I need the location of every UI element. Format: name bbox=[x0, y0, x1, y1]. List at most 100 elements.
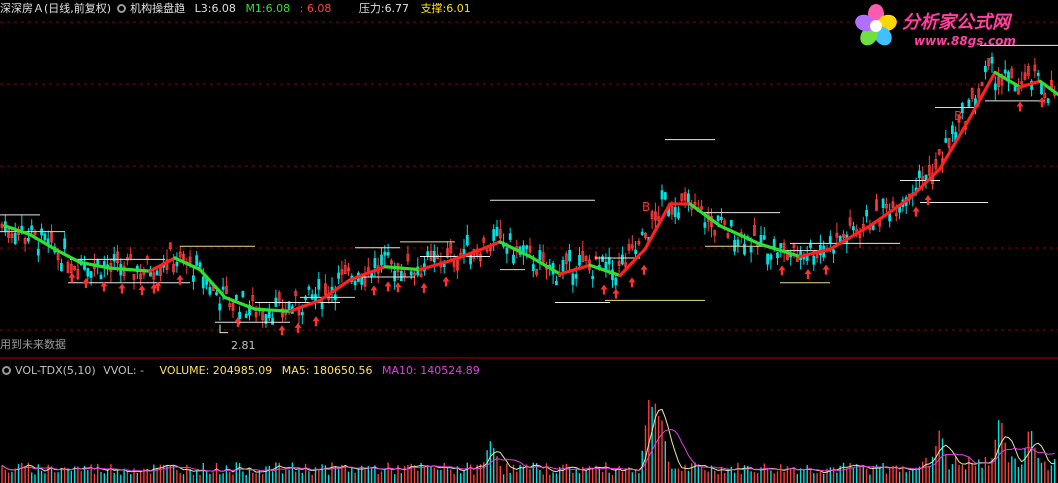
candle-body bbox=[99, 274, 103, 280]
buy-arrow-icon bbox=[312, 316, 320, 327]
candle-body bbox=[492, 229, 496, 241]
buy-arrow-icon bbox=[420, 282, 428, 293]
candle-body bbox=[749, 246, 753, 253]
pressure-value: 6.77 bbox=[384, 2, 410, 15]
buy-arrow-icon bbox=[68, 272, 76, 283]
candle-body bbox=[221, 286, 225, 290]
candle-body bbox=[918, 170, 921, 178]
chart-canvas: BB bbox=[0, 21, 1058, 483]
price-header: 深深房Ａ(日线,前复权) 机构操盘趋 L3:6.08 M1:6.08 : 6.08… bbox=[0, 0, 471, 15]
candle-body bbox=[736, 239, 740, 247]
m1-extra-value: 6.08 bbox=[306, 2, 332, 15]
candle-body bbox=[234, 295, 238, 301]
candle-body bbox=[640, 231, 644, 235]
buy-arrow-icon bbox=[82, 277, 90, 288]
volume-header: VOL-TDX(5,10) VVOL: - VOLUME: 204985.09 … bbox=[0, 364, 480, 377]
buy-arrow-icon bbox=[118, 283, 126, 294]
candle-body bbox=[720, 216, 723, 221]
buy-arrow-icon bbox=[384, 281, 392, 292]
logo-name: 分析家公式网 bbox=[902, 12, 1010, 33]
candle-body bbox=[201, 276, 205, 289]
trend-segment bbox=[718, 224, 732, 232]
trend-line bbox=[3, 70, 1058, 313]
candle-body bbox=[508, 233, 512, 240]
support-value: 6.01 bbox=[446, 2, 471, 15]
candle-body bbox=[96, 259, 100, 266]
gear-icon[interactable] bbox=[117, 4, 127, 13]
candle-body bbox=[984, 65, 987, 73]
candle-body bbox=[743, 243, 746, 255]
candle-body bbox=[944, 138, 948, 143]
ma5-value: 180650.56 bbox=[313, 364, 373, 377]
candle-body bbox=[218, 303, 222, 311]
buy-arrow-icon bbox=[778, 265, 786, 276]
candle-body bbox=[198, 262, 202, 268]
gear-icon[interactable] bbox=[2, 366, 11, 375]
candle-body bbox=[687, 193, 690, 204]
buy-arrow-icon bbox=[1016, 101, 1024, 112]
volume-ma-lines bbox=[1, 408, 1055, 474]
candle-body bbox=[30, 225, 34, 231]
candle-body bbox=[505, 247, 509, 254]
candle-body bbox=[393, 270, 397, 282]
candle-body bbox=[574, 274, 578, 279]
candle-body bbox=[238, 311, 242, 320]
candle-body bbox=[241, 291, 245, 298]
vol-indicator[interactable]: VOL-TDX(5,10) bbox=[15, 364, 96, 377]
candle-body bbox=[43, 233, 47, 241]
candle-body bbox=[660, 190, 664, 200]
candle-body bbox=[733, 239, 736, 252]
candle-body bbox=[1040, 82, 1043, 95]
candle-body bbox=[766, 253, 769, 265]
buy-arrow-icon bbox=[394, 282, 402, 293]
l3-value: 6.08 bbox=[211, 2, 236, 15]
candle-body bbox=[673, 207, 677, 217]
candle-body bbox=[538, 250, 542, 261]
candle-body bbox=[990, 56, 994, 64]
site-logo: 分析家公式网 www.88gs.com bbox=[852, 2, 1052, 54]
pressure-label: 压力: bbox=[358, 2, 385, 15]
candle-body bbox=[267, 311, 271, 319]
trend-segment bbox=[987, 70, 997, 86]
m1-extra: : 6.08 bbox=[299, 2, 332, 15]
candle-body bbox=[13, 232, 17, 245]
trend-segment bbox=[728, 228, 742, 237]
ma5-label: MA5: bbox=[281, 364, 310, 377]
candle-body bbox=[63, 238, 67, 249]
candle-body bbox=[195, 255, 199, 266]
candle-body bbox=[561, 260, 565, 272]
candle-body bbox=[779, 243, 783, 249]
buy-arrow-icon bbox=[912, 206, 920, 217]
m1-label: M1: bbox=[245, 2, 266, 15]
buy-arrow-icon bbox=[294, 322, 302, 333]
stock-title[interactable]: 深深房Ａ(日线,前复权) bbox=[0, 2, 111, 15]
ma5-line bbox=[1, 408, 1055, 474]
candle-body bbox=[601, 256, 604, 262]
candle-body bbox=[380, 254, 383, 266]
vvol-label: VVOL: - bbox=[103, 364, 145, 377]
buy-arrow-icon bbox=[138, 284, 146, 295]
candle-body bbox=[409, 271, 413, 276]
candle-body bbox=[1036, 72, 1040, 76]
low-price-label: 2.81 bbox=[231, 339, 256, 352]
candle-body bbox=[426, 251, 430, 256]
buy-arrow-icon bbox=[924, 194, 932, 205]
candle-body bbox=[812, 255, 816, 265]
candle-body bbox=[762, 235, 766, 240]
volume-value: 204985.09 bbox=[212, 364, 273, 377]
candle-body bbox=[512, 254, 515, 264]
candle-body bbox=[729, 219, 733, 227]
trend-segment bbox=[1051, 89, 1058, 96]
candle-body bbox=[386, 252, 390, 256]
buy-arrow-icon bbox=[612, 288, 620, 299]
candle-body bbox=[20, 225, 24, 231]
candle-body bbox=[244, 313, 248, 318]
candle-body bbox=[86, 268, 90, 277]
support-label: 支撑: bbox=[420, 2, 447, 15]
candle-body bbox=[320, 303, 324, 309]
candle-body bbox=[967, 99, 971, 107]
support-pressure-lines bbox=[0, 44, 1058, 323]
candle-body bbox=[399, 270, 403, 282]
candle-body bbox=[287, 301, 291, 311]
candle-body bbox=[703, 222, 707, 228]
